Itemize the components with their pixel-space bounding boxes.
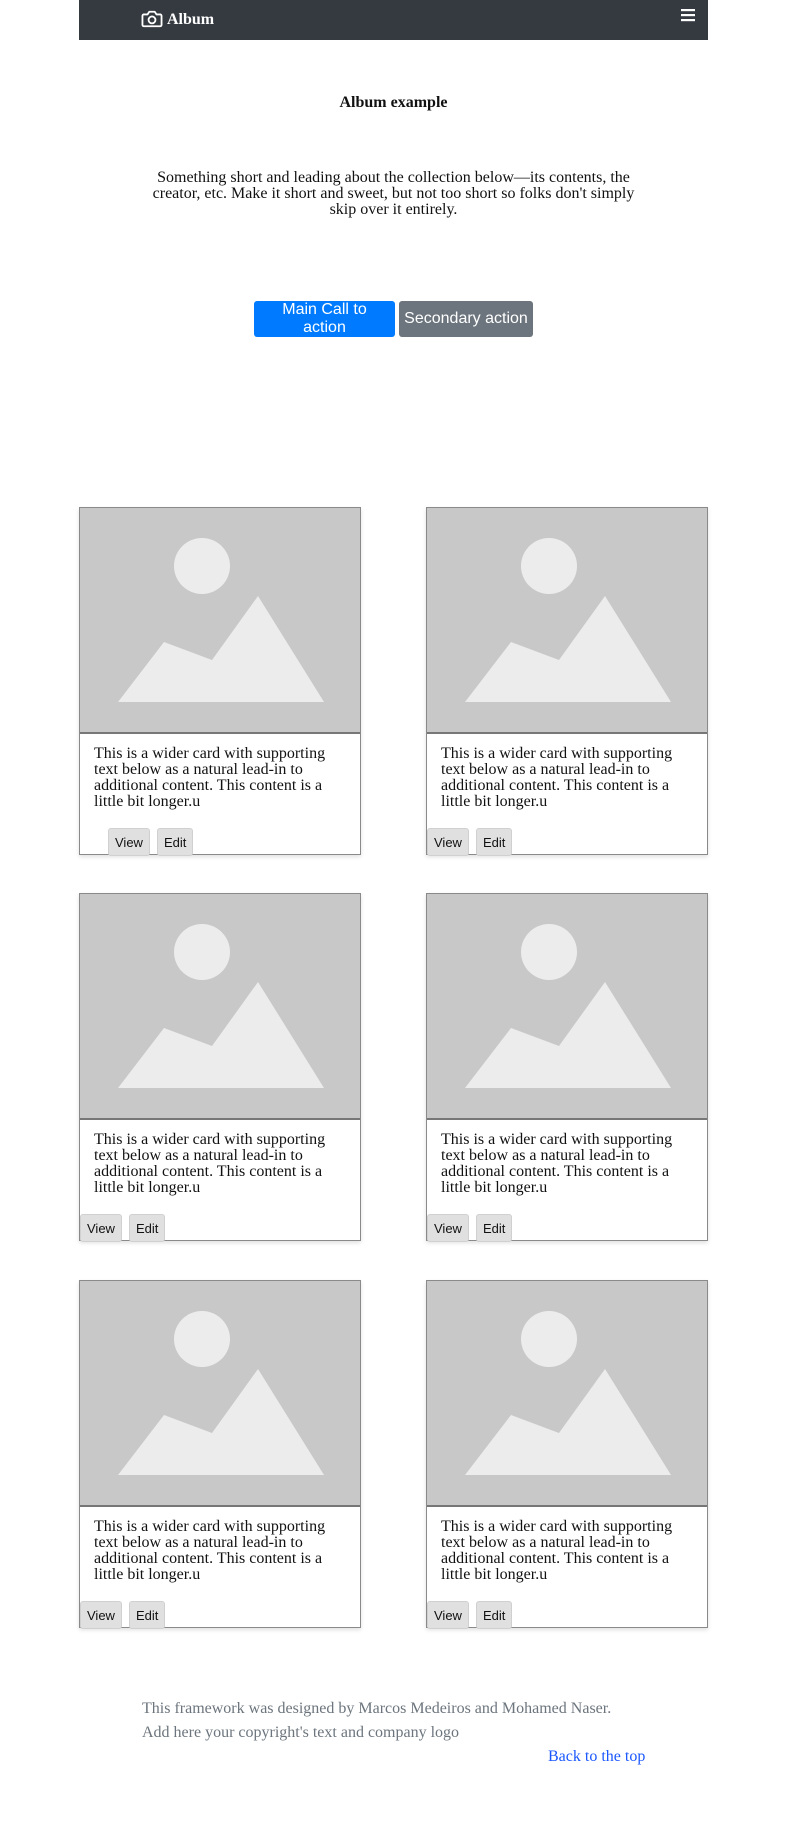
- footer-copyright: Add here your copyright's text and compa…: [142, 1724, 460, 1741]
- card-text: This is a wider card with supporting tex…: [94, 1518, 326, 1583]
- card-text: This is a wider card with supporting tex…: [441, 1131, 673, 1196]
- view-button[interactable]: View: [427, 1601, 469, 1629]
- card-image: [427, 894, 707, 1120]
- album-page: Album Album example Something short and …: [0, 0, 787, 1841]
- album-card: This is a wider card with supporting tex…: [79, 1280, 361, 1629]
- card-text: This is a wider card with supporting tex…: [94, 1131, 326, 1196]
- image-placeholder-icon: [118, 538, 324, 702]
- hero-lead-text: Something short and leading about the co…: [152, 169, 635, 218]
- view-button[interactable]: View: [427, 828, 469, 856]
- edit-button[interactable]: Edit: [475, 828, 513, 856]
- card-image: [427, 1281, 707, 1507]
- album-card: This is a wider card with supporting tex…: [79, 507, 361, 856]
- card-text: This is a wider card with supporting tex…: [441, 1518, 673, 1583]
- view-button[interactable]: View: [80, 1214, 122, 1242]
- card-image: [80, 894, 360, 1120]
- edit-button[interactable]: Edit: [475, 1214, 513, 1242]
- card-text: This is a wider card with supporting tex…: [441, 745, 673, 810]
- camera-icon: [141, 10, 163, 27]
- secondary-action-button[interactable]: Secondary action: [399, 301, 533, 337]
- edit-button[interactable]: Edit: [156, 828, 194, 856]
- card-actions: View Edit: [427, 1601, 513, 1629]
- card-actions: View Edit: [80, 1214, 166, 1242]
- edit-button[interactable]: Edit: [128, 1601, 166, 1629]
- back-to-top-link[interactable]: Back to the top: [548, 1745, 645, 1769]
- menu-toggle-button[interactable]: [678, 5, 698, 25]
- footer-text: This framework was designed by Marcos Me…: [142, 1697, 662, 1745]
- edit-button[interactable]: Edit: [128, 1214, 166, 1242]
- main-call-to-action-button[interactable]: Main Call to action: [254, 301, 395, 337]
- card-text: This is a wider card with supporting tex…: [94, 745, 326, 810]
- image-placeholder-icon: [465, 1311, 671, 1475]
- edit-button[interactable]: Edit: [475, 1601, 513, 1629]
- card-image: [427, 508, 707, 734]
- page-title: Album example: [339, 94, 448, 111]
- brand-label: Album: [167, 11, 215, 28]
- hero-actions: Main Call to action Secondary action: [254, 301, 533, 337]
- image-placeholder-icon: [118, 1311, 324, 1475]
- card-image: [80, 508, 360, 734]
- card-actions: View Edit: [108, 828, 194, 856]
- view-button[interactable]: View: [80, 1601, 122, 1629]
- view-button[interactable]: View: [427, 1214, 469, 1242]
- card-actions: View Edit: [427, 1214, 513, 1242]
- image-placeholder-icon: [465, 924, 671, 1088]
- image-placeholder-icon: [118, 924, 324, 1088]
- card-actions: View Edit: [427, 828, 513, 856]
- view-button[interactable]: View: [108, 828, 150, 856]
- footer-credits: This framework was designed by Marcos Me…: [142, 1700, 612, 1717]
- image-placeholder-icon: [465, 538, 671, 702]
- hamburger-menu-icon: [681, 9, 695, 22]
- album-card: This is a wider card with supporting tex…: [426, 893, 708, 1242]
- album-card: This is a wider card with supporting tex…: [79, 893, 361, 1242]
- card-actions: View Edit: [80, 1601, 166, 1629]
- navbar: Album: [79, 0, 708, 40]
- album-card: This is a wider card with supporting tex…: [426, 507, 708, 856]
- brand-link[interactable]: Album: [141, 5, 214, 32]
- album-card: This is a wider card with supporting tex…: [426, 1280, 708, 1629]
- card-image: [80, 1281, 360, 1507]
